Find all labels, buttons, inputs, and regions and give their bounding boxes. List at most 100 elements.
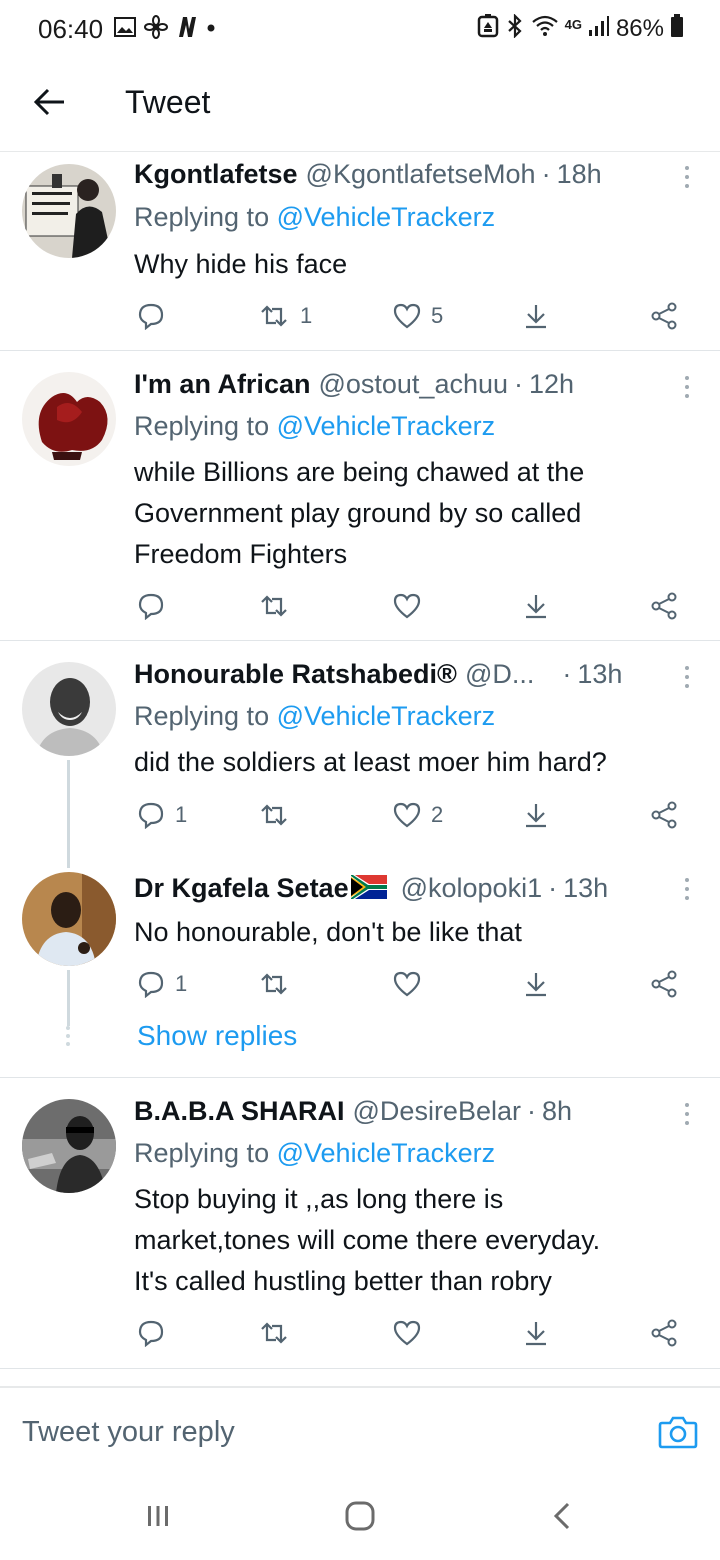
retweet-icon: [258, 803, 290, 827]
mention-link[interactable]: @VehicleTrackerz: [277, 701, 495, 731]
tweet-actions: 1 2: [0, 795, 720, 835]
app-header: Tweet: [0, 58, 720, 152]
like-button[interactable]: [393, 964, 431, 1004]
author-name[interactable]: I'm an African: [134, 369, 310, 400]
home-button[interactable]: [340, 1498, 380, 1538]
heart-icon: [393, 971, 421, 997]
tweet-item[interactable]: I'm an African @ostout_achuu · 12h Reply…: [0, 352, 720, 641]
avatar[interactable]: [22, 872, 116, 966]
share-button[interactable]: [522, 795, 550, 835]
author-handle[interactable]: @kolopoki1: [401, 873, 543, 904]
retweet-button[interactable]: 1: [258, 296, 312, 336]
battery-percent: 86%: [615, 15, 664, 42]
status-time: 06:40: [38, 14, 104, 44]
share-button[interactable]: [522, 586, 550, 626]
tweet-time: 13h: [563, 873, 609, 903]
mention-link[interactable]: @VehicleTrackerz: [277, 411, 495, 441]
author-handle[interactable]: @ostout_achuu: [318, 369, 508, 400]
tweet-time: 13h: [577, 659, 623, 689]
like-button[interactable]: [393, 586, 431, 626]
share-button[interactable]: [522, 296, 550, 336]
more-options-button[interactable]: [680, 876, 694, 902]
network-type-label: 4G: [564, 16, 582, 32]
tweet-text: No honourable, don't be like that: [134, 917, 522, 947]
retweet-button[interactable]: [258, 964, 300, 1004]
battery-icon: [670, 13, 684, 45]
system-back-button[interactable]: [542, 1498, 582, 1538]
tweet-text-line: while Billions are being chawed at the: [134, 457, 585, 487]
avatar[interactable]: [22, 662, 116, 756]
tweet-item[interactable]: Honourable Ratshabedi® @D... · 13h Reply…: [0, 642, 720, 852]
tweet-text-line: market,tones will come there everyday.: [134, 1225, 601, 1255]
mention-link[interactable]: @VehicleTrackerz: [277, 1138, 495, 1168]
tweet-text: Why hide his face: [134, 249, 348, 279]
author-handle[interactable]: @DesireBelar: [353, 1096, 521, 1127]
share-network-button[interactable]: [650, 1313, 678, 1353]
reply-button[interactable]: 1: [137, 795, 187, 835]
retweet-button[interactable]: [258, 1313, 300, 1353]
more-options-button[interactable]: [680, 374, 694, 400]
share-download-icon: [522, 801, 550, 829]
reply-count: 1: [175, 802, 188, 827]
recent-apps-button[interactable]: [138, 1498, 178, 1538]
reply-button[interactable]: 1: [137, 964, 187, 1004]
share-network-button[interactable]: [650, 296, 678, 336]
retweet-button[interactable]: [258, 795, 300, 835]
reply-input[interactable]: [22, 1412, 622, 1452]
dot-icon: [206, 20, 216, 38]
author-handle[interactable]: @D...: [465, 659, 534, 690]
reply-icon: [137, 970, 165, 998]
retweet-button[interactable]: [258, 586, 300, 626]
netflix-n-icon: [176, 16, 198, 43]
more-options-button[interactable]: [680, 1101, 694, 1127]
mention-link[interactable]: @VehicleTrackerz: [277, 202, 495, 232]
avatar[interactable]: [22, 372, 116, 466]
retweet-icon: [258, 304, 290, 328]
retweet-icon: [258, 1321, 290, 1345]
tweet-text: Stop buying it ,,as long there is market…: [134, 1179, 690, 1302]
reply-button[interactable]: [137, 1313, 175, 1353]
share-button[interactable]: [522, 1313, 550, 1353]
reply-button[interactable]: [137, 296, 175, 336]
avatar[interactable]: [22, 164, 116, 258]
tweet-time: 18h: [556, 159, 602, 189]
avatar[interactable]: [22, 1099, 116, 1193]
reply-button[interactable]: [137, 586, 175, 626]
author-name[interactable]: B.A.B.A SHARAI: [134, 1096, 345, 1127]
share-network-icon: [650, 592, 678, 620]
tweet-time: 12h: [529, 369, 575, 399]
share-network-icon: [650, 801, 678, 829]
like-count: 2: [431, 802, 444, 827]
retweet-icon: [258, 972, 290, 996]
like-button[interactable]: 2: [393, 795, 443, 835]
share-button[interactable]: [522, 964, 550, 1004]
more-options-button[interactable]: [680, 664, 694, 690]
system-nav-bar: [0, 1468, 720, 1560]
wifi-icon: [531, 15, 559, 44]
reply-icon: [137, 801, 165, 829]
battery-saver-icon: [477, 13, 499, 45]
tweet-header: Dr Kgafela Setae @kolopoki1 · 13h: [134, 873, 660, 907]
separator-dot: ·: [526, 1096, 536, 1126]
back-arrow-icon: [33, 88, 66, 121]
show-replies-link[interactable]: Show replies: [137, 1020, 297, 1052]
tweet-header: Honourable Ratshabedi® @D... · 13h: [134, 659, 660, 693]
tweet-actions: 1 5: [0, 296, 720, 336]
share-network-button[interactable]: [650, 795, 678, 835]
camera-button[interactable]: [658, 1414, 698, 1454]
tweet-text: while Billions are being chawed at the G…: [134, 452, 690, 575]
author-name[interactable]: Dr Kgafela Setae: [134, 873, 349, 904]
replying-to-line: Replying to @VehicleTrackerz: [134, 411, 495, 442]
more-options-button[interactable]: [680, 164, 694, 190]
back-button[interactable]: [30, 84, 70, 124]
tweet-item[interactable]: Dr Kgafela Setae @kolopoki1 · 13h No hon…: [0, 852, 720, 1078]
share-network-button[interactable]: [650, 964, 678, 1004]
like-button[interactable]: [393, 1313, 431, 1353]
author-name[interactable]: Kgontlafetse: [134, 159, 298, 190]
author-name[interactable]: Honourable Ratshabedi®: [134, 659, 457, 690]
author-handle[interactable]: @KgontlafetseMoh: [306, 159, 536, 190]
like-button[interactable]: 5: [393, 296, 443, 336]
tweet-item[interactable]: Kgontlafetse @KgontlafetseMoh · 18h Repl…: [0, 152, 720, 351]
tweet-item[interactable]: B.A.B.A SHARAI @DesireBelar · 8h Replyin…: [0, 1079, 720, 1369]
share-network-button[interactable]: [650, 586, 678, 626]
